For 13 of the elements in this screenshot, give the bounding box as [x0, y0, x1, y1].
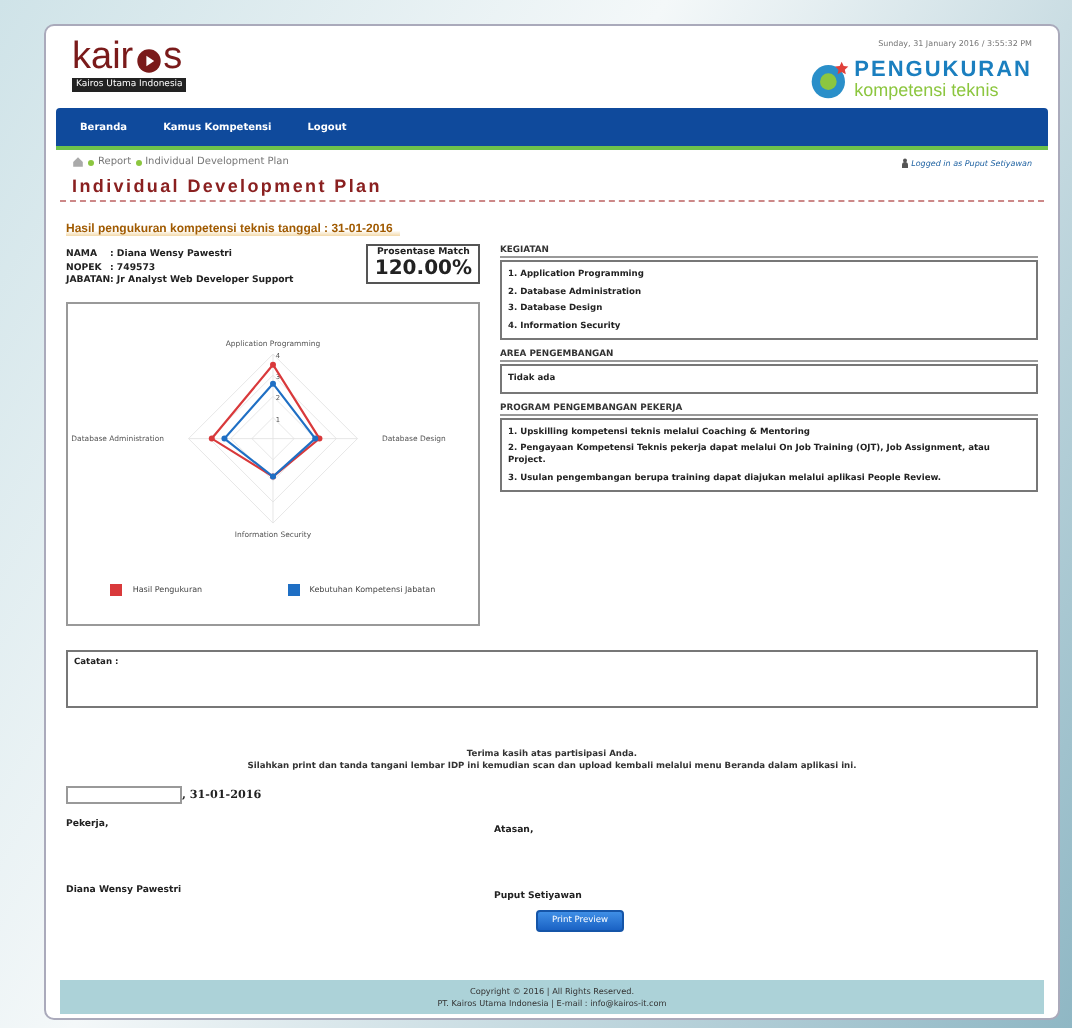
- brand-subtitle: kompetensi teknis: [854, 82, 1001, 100]
- match-value: 120.00%: [374, 258, 472, 280]
- user-icon: [901, 157, 908, 167]
- home-icon[interactable]: [72, 156, 84, 168]
- brand-logo-icon: [810, 60, 851, 100]
- brand-title: PENGUKURAN: [854, 60, 1032, 82]
- radar-series-drawing: [221, 380, 319, 480]
- bullet-icon: [135, 159, 142, 165]
- radar-series-drawing: [208, 361, 323, 480]
- company-logo: kair s: [72, 38, 185, 76]
- bullet-icon: [88, 159, 94, 165]
- city-input[interactable]: [66, 786, 182, 804]
- page-title: Individual Development Plan: [60, 174, 1044, 202]
